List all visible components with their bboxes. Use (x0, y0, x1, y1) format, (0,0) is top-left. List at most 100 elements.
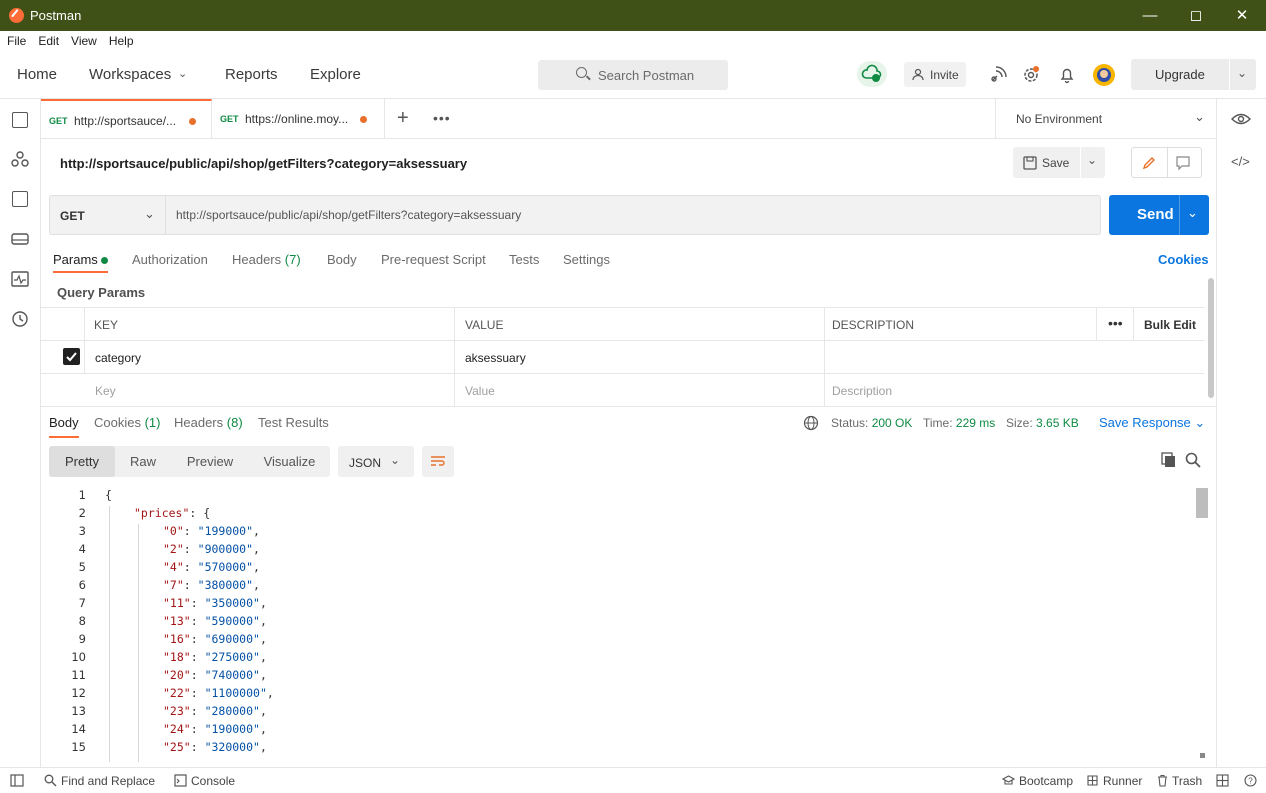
save-button[interactable]: Save ⌄ (1013, 147, 1105, 178)
response-tab-body[interactable]: Body (49, 415, 79, 430)
format-label: JSON (349, 456, 382, 470)
save-response-button[interactable]: Save Response ⌄ (1099, 415, 1205, 431)
tab-method: GET (220, 114, 239, 124)
new-tab-plus-icon[interactable]: + (397, 107, 409, 130)
chevron-down-icon[interactable]: ⌄ (1187, 205, 1198, 221)
tab-tests[interactable]: Tests (509, 252, 539, 267)
nav-home[interactable]: Home (17, 66, 57, 83)
save-divider (1080, 147, 1081, 178)
json-value: "590000" (204, 614, 260, 628)
bulk-edit-button[interactable]: Bulk Edit (1144, 318, 1196, 332)
help-icon[interactable]: ? (1244, 774, 1257, 787)
view-pretty[interactable]: Pretty (49, 446, 115, 477)
apis-icon[interactable] (11, 150, 29, 168)
method-select[interactable]: GET (60, 209, 85, 223)
headers-count-badge: (8) (226, 415, 243, 430)
minimize-button[interactable]: — (1127, 0, 1173, 31)
globe-icon[interactable] (803, 415, 819, 431)
wrap-lines-button[interactable] (422, 446, 454, 477)
environments-icon[interactable] (11, 231, 29, 247)
nav-reports[interactable]: Reports (225, 66, 278, 83)
params-scrollbar[interactable] (1208, 278, 1214, 398)
line-number: 11 (71, 668, 86, 682)
nav-explore[interactable]: Explore (310, 66, 361, 83)
trash-button[interactable]: Trash (1172, 774, 1202, 788)
satellite-icon[interactable] (987, 64, 1009, 86)
request-title[interactable]: http://sportsauce/public/api/shop/getFil… (60, 156, 467, 171)
chevron-down-icon[interactable]: ⌄ (1087, 153, 1097, 167)
send-button[interactable]: Send ⌄ (1109, 195, 1209, 235)
response-cookies-label: Cookies (94, 415, 141, 430)
settings-gear-icon[interactable] (1020, 64, 1042, 86)
param-enabled-checkbox[interactable] (63, 348, 80, 365)
column-divider (824, 307, 825, 406)
left-sidebar (0, 99, 41, 767)
more-tabs-icon[interactable]: ••• (433, 110, 451, 126)
invite-button[interactable]: Invite (904, 62, 966, 87)
chevron-down-icon[interactable]: ⌄ (1237, 66, 1247, 80)
column-header-key: KEY (94, 318, 119, 332)
param-key-cell[interactable]: category (95, 351, 141, 365)
description-placeholder[interactable]: Description (832, 384, 892, 398)
code-line: "23": "280000", (163, 704, 267, 718)
tab-prerequest-script[interactable]: Pre-request Script (381, 252, 486, 267)
comment-icon[interactable] (1175, 155, 1191, 171)
response-body-editor[interactable]: 1 {2 "prices": {3 "0": "199000", 4 "2": "9000… (41, 487, 1216, 767)
tab-authorization[interactable]: Authorization (132, 252, 208, 267)
copy-icon[interactable] (1161, 452, 1177, 468)
search-response-icon[interactable] (1185, 452, 1201, 468)
value-placeholder[interactable]: Value (465, 384, 495, 398)
invite-label: Invite (930, 68, 959, 82)
environment-selector[interactable]: No Environment ⌄ (995, 99, 1216, 139)
collections-icon[interactable] (12, 112, 28, 128)
console-button[interactable]: Console (191, 774, 235, 788)
two-pane-view-icon[interactable] (1216, 774, 1229, 787)
view-visualize[interactable]: Visualize (249, 446, 330, 477)
close-button[interactable]: ✕ (1219, 0, 1265, 31)
find-and-replace-button[interactable]: Find and Replace (61, 774, 155, 788)
history-icon[interactable] (11, 310, 29, 328)
menu-help[interactable]: Help (102, 31, 139, 48)
line-number: 10 (71, 650, 86, 664)
code-snippet-icon[interactable]: </> (1231, 154, 1250, 169)
tab-body[interactable]: Body (327, 252, 357, 267)
avatar[interactable] (1092, 63, 1116, 87)
param-value-cell[interactable]: aksessuary (465, 351, 526, 365)
mock-servers-icon[interactable] (12, 191, 28, 207)
tab-headers[interactable]: Headers (7) (232, 252, 301, 267)
format-select[interactable]: JSON ⌄ (338, 446, 414, 477)
menu-view[interactable]: View (64, 31, 102, 48)
response-tab-cookies[interactable]: Cookies (1) (94, 415, 160, 430)
monitors-icon[interactable] (11, 270, 29, 288)
code-punctuation: : { (189, 506, 211, 520)
response-tab-headers[interactable]: Headers (8) (174, 415, 243, 430)
more-options-icon[interactable]: ••• (1108, 315, 1123, 331)
search-input[interactable]: Search Postman (538, 60, 728, 90)
column-header-description: DESCRIPTION (832, 318, 915, 332)
tab-params[interactable]: Params (53, 252, 109, 267)
view-raw[interactable]: Raw (115, 446, 171, 477)
tab-request-1[interactable]: GET http://sportsauce/... (41, 99, 212, 139)
scrollbar-thumb[interactable] (1196, 488, 1208, 518)
menu-file[interactable]: File (0, 31, 31, 48)
notification-bell-icon[interactable] (1056, 64, 1078, 86)
key-placeholder[interactable]: Key (95, 384, 116, 398)
tab-request-2[interactable]: GET https://online.moy... (212, 99, 385, 139)
view-preview[interactable]: Preview (171, 446, 249, 477)
response-scrollbar[interactable] (1195, 487, 1209, 763)
upgrade-button[interactable]: Upgrade ⌄ (1131, 59, 1256, 90)
url-input[interactable]: http://sportsauce/public/api/shop/getFil… (176, 208, 521, 222)
scrollbar-arrow[interactable] (1200, 753, 1205, 758)
maximize-button[interactable]: ◻ (1173, 0, 1219, 31)
response-tab-test-results[interactable]: Test Results (258, 415, 329, 430)
cookies-link[interactable]: Cookies (1158, 252, 1209, 267)
runner-button[interactable]: Runner (1103, 774, 1142, 788)
tab-settings[interactable]: Settings (563, 252, 610, 267)
sync-status-icon[interactable] (857, 61, 887, 87)
table-row: category aksessuary (41, 341, 1204, 374)
bootcamp-button[interactable]: Bootcamp (1019, 774, 1073, 788)
toggle-sidebar-icon[interactable] (10, 774, 24, 787)
pencil-icon[interactable] (1141, 155, 1157, 171)
menu-edit[interactable]: Edit (31, 31, 64, 48)
nav-workspaces[interactable]: Workspaces (89, 66, 171, 83)
